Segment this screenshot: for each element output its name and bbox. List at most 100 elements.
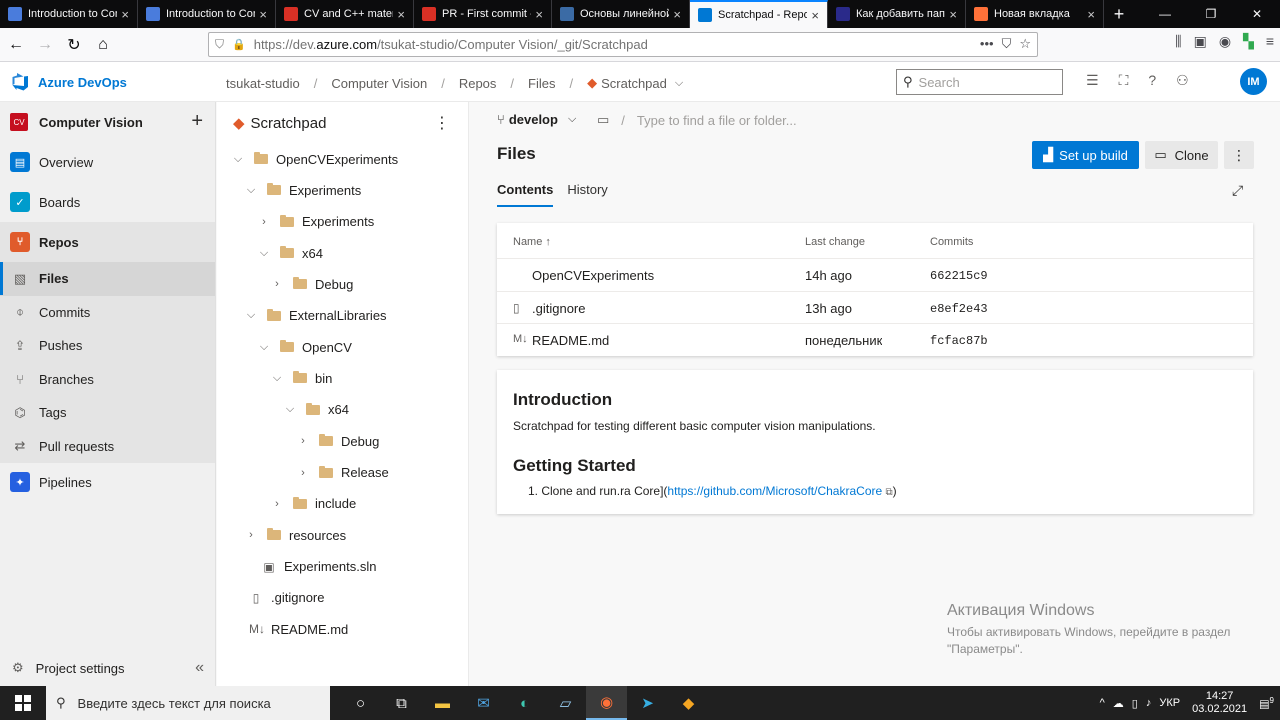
expand-icon[interactable]: ⤢ [1232,182,1243,199]
tree-item[interactable]: › Experiments [258,207,374,237]
browser-tab[interactable]: Introduction to Com × [0,0,138,28]
browser-tab[interactable]: PR - First commit - S × [414,0,552,28]
tree-item[interactable]: ⌵ bin [271,363,333,393]
close-icon[interactable]: × [673,7,681,22]
chevron-right-icon[interactable]: › [245,529,257,541]
browser-tab[interactable]: Как добавить папк × [828,0,966,28]
tray-chevron-icon[interactable]: ^ [1100,697,1105,709]
home-icon[interactable]: ⌂ [90,32,116,58]
file-name[interactable]: README.md [532,333,609,348]
tree-item[interactable]: ⌵ ExternalLibraries [245,301,387,331]
library-icon[interactable]: ⫼ [1175,33,1181,50]
browser-tab[interactable]: Новая вкладка × [966,0,1104,28]
browser-tab[interactable]: Scratchpad - Repos × [690,0,828,28]
tree-item[interactable]: ▯ .gitignore [249,583,325,613]
file-name[interactable]: .gitignore [532,301,585,316]
nav-item-boards[interactable]: ✓ Boards [0,182,215,222]
tree-item[interactable]: › resources [245,520,346,550]
breadcrumb-org[interactable]: tsukat-studio [226,76,300,91]
tab-history[interactable]: History [567,182,607,207]
breadcrumb-files[interactable]: Files [528,76,555,91]
tree-item[interactable]: ⌵ OpenCV [258,332,352,362]
tree-item[interactable]: › include [271,489,356,519]
tree-item[interactable]: ⌵ x64 [258,238,323,268]
nav-sub-branches[interactable]: ⑂ Branches [0,362,215,396]
minimize-icon[interactable]: — [1142,0,1188,28]
tree-item[interactable]: ⌵ OpenCVExperiments [232,144,398,174]
chevron-right-icon[interactable]: › [297,435,309,447]
chevron-down-icon[interactable]: ⌵ [232,153,244,166]
breadcrumb-repos[interactable]: Repos [459,76,497,91]
search-input[interactable]: ⚲ Search [896,69,1063,95]
user-settings-icon[interactable]: ⚇ [1176,72,1189,89]
tree-item[interactable]: ⌵ x64 [284,395,349,425]
chevron-down-icon[interactable]: ⌵ [284,403,296,416]
chevron-down-icon[interactable]: ⌵ [245,309,257,322]
plus-icon[interactable]: + [191,110,203,133]
browser-tab[interactable]: Основы линейной × [552,0,690,28]
restore-icon[interactable]: ❐ [1188,0,1234,28]
onedrive-icon[interactable]: ☁ [1113,697,1124,710]
close-icon[interactable]: × [259,7,267,22]
chevron-right-icon[interactable]: › [271,278,283,290]
nav-sub-tags[interactable]: ⌬ Tags [0,396,215,430]
close-window-icon[interactable]: ✕ [1234,0,1280,28]
settings-list-icon[interactable]: ☰ [1086,72,1099,89]
close-icon[interactable]: × [949,7,957,22]
clone-button[interactable]: ▭ Clone [1145,141,1218,169]
task-view-icon[interactable]: ⧉ [381,686,422,720]
chevron-right-icon[interactable]: › [271,498,283,510]
back-icon[interactable]: ← [3,32,29,58]
sidebar-icon[interactable]: ▣ [1194,33,1207,50]
chevron-down-icon[interactable]: ⌵ [245,184,257,197]
notepad-icon[interactable]: ▱ [545,686,586,720]
mail-icon[interactable]: ✉ [463,686,504,720]
commit-hash[interactable]: e8ef2e43 [930,302,988,316]
table-row[interactable]: M↓README.mdпонедельникfcfac87bUpdated gi… [497,324,1253,357]
close-icon[interactable]: × [811,8,819,23]
set-up-build-button[interactable]: ▟ Set up build [1032,141,1139,169]
telegram-icon[interactable]: ➤ [627,686,668,720]
bookmark-star-icon[interactable]: ☆ [1019,36,1031,52]
tree-item[interactable]: M↓ README.md [249,614,348,644]
chevron-down-icon[interactable]: ⌵ [258,247,270,260]
file-explorer-icon[interactable]: ▬ [422,686,463,720]
firefox-icon[interactable]: ◉ [586,686,627,720]
collapse-nav-icon[interactable]: « [195,659,204,677]
chevron-right-icon[interactable]: › [258,216,270,228]
browser-tab[interactable]: CV and C++ materia × [276,0,414,28]
column-name[interactable]: Name ↑ [513,236,551,248]
project-settings[interactable]: ⚙ Project settings « [0,650,216,686]
extensions-icon[interactable]: ▚ [1243,33,1254,50]
chevron-down-icon[interactable]: ⌵ [258,341,270,354]
breadcrumb-repo[interactable]: Scratchpad [601,76,667,91]
nav-sub-pushes[interactable]: ⇪ Pushes [0,329,215,363]
breadcrumb-project[interactable]: Computer Vision [331,76,427,91]
table-row[interactable]: ▯.gitignore13h agoe8ef2e43Removed Debug … [497,292,1253,324]
project-header[interactable]: CV Computer Vision + [0,102,215,142]
page-actions-icon[interactable]: ••• [980,36,994,52]
chevron-down-icon[interactable]: ⌵ [271,372,283,385]
nav-item-pipelines[interactable]: ✦ Pipelines [0,463,215,501]
git-app-icon[interactable]: ◆ [668,686,709,720]
more-actions-button[interactable]: ⋮ [1224,141,1254,169]
marketplace-bag-icon[interactable]: ⛶ [1119,72,1129,89]
browser-tab[interactable]: Introduction to Com × [138,0,276,28]
azure-devops-logo[interactable]: Azure DevOps [10,72,127,92]
start-button[interactable] [0,686,46,720]
tree-item[interactable]: › Debug [271,269,353,299]
chakracore-link[interactable]: https://github.com/Microsoft/ChakraCore [667,484,882,498]
avatar[interactable]: IM [1240,68,1267,95]
cortana-icon[interactable]: ○ [340,686,381,720]
table-row[interactable]: OpenCVExperiments14h ago662215c9changed … [497,259,1253,292]
clock[interactable]: 14:27 03.02.2021 [1192,690,1247,716]
edge-icon[interactable]: ◐ [504,686,545,720]
menu-icon[interactable]: ≡ [1266,33,1274,50]
chevron-down-icon[interactable]: ⌵ [675,77,683,90]
nav-sub-files[interactable]: ▧ Files [0,262,215,296]
close-icon[interactable]: × [121,7,129,22]
close-icon[interactable]: × [1087,7,1095,22]
nav-item-overview[interactable]: ▤ Overview [0,142,215,182]
new-tab-icon[interactable]: + [1104,0,1134,28]
chevron-right-icon[interactable]: › [297,467,309,479]
